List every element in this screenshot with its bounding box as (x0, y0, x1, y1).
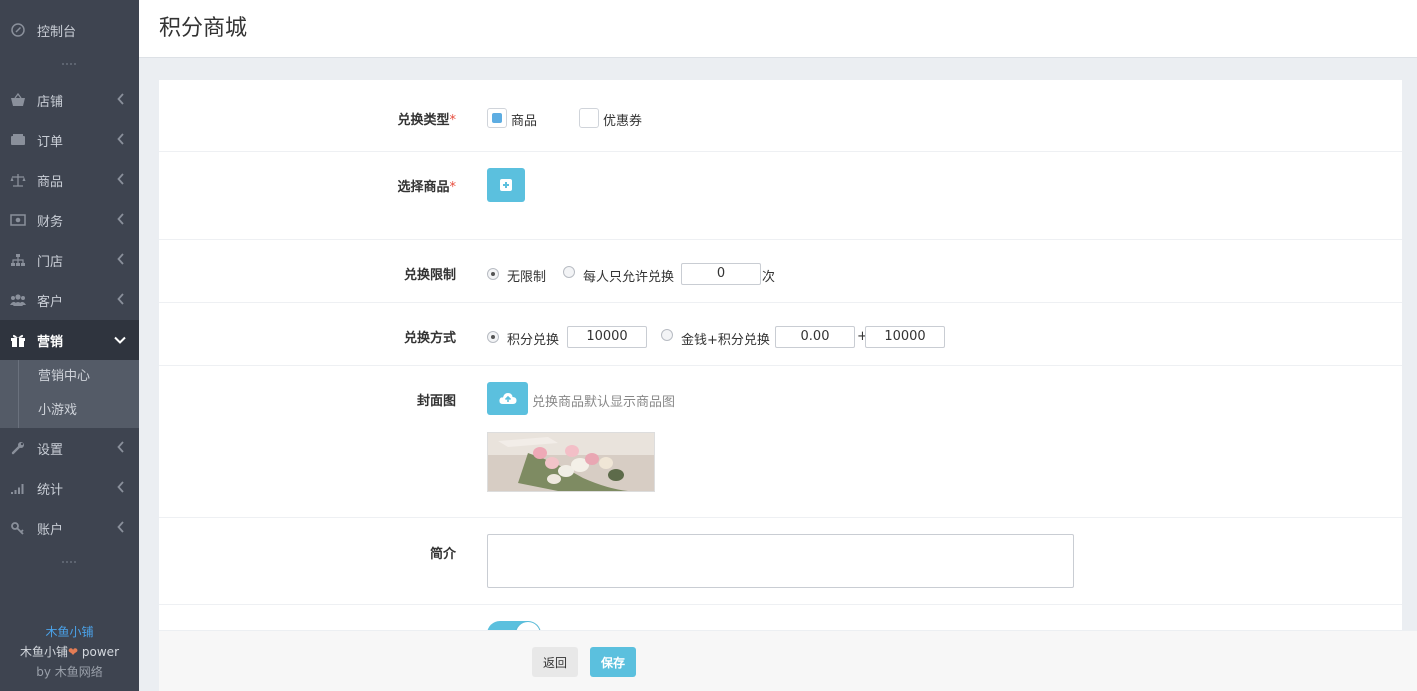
divider-dots (62, 63, 76, 67)
chevron-left-icon (117, 133, 124, 145)
sidebar-item-label: 订单 (37, 134, 64, 150)
chevron-left-icon (117, 213, 124, 225)
field-label: 封面图 (416, 394, 456, 409)
brand-by-name[interactable]: 木鱼网络 (55, 665, 103, 679)
sidebar-item-finance[interactable]: 财务 (0, 200, 139, 240)
brand-by: by 木鱼网络 (36, 665, 103, 679)
sidebar-item-label: 统计 (37, 482, 64, 498)
sidebar-item-statistics[interactable]: 统计 (0, 468, 139, 508)
sidebar-item-label: 商品 (37, 174, 64, 190)
form-card: 兑换类型* 商品 优惠券 选择商品* 兑换限制 无限制 每人只允许兑换 0 次 … (159, 80, 1402, 647)
wrench-icon (10, 440, 26, 456)
row-exchange-limit: 兑换限制 无限制 每人只允许兑换 0 次 (159, 240, 1402, 303)
chevron-left-icon (117, 481, 124, 493)
checkbox-coupon[interactable] (579, 108, 599, 128)
radio-unlimited-label: 无限制 (507, 270, 547, 285)
sidebar-item-orders[interactable]: 订单 (0, 120, 139, 160)
checkbox-goods-label: 商品 (511, 114, 538, 129)
radio-points-label: 积分兑换 (507, 333, 560, 348)
points-input[interactable]: 10000 (567, 326, 647, 348)
sidebar-item-label: 营销 (37, 334, 64, 350)
sidebar-item-dashboard[interactable]: 控制台 (0, 10, 139, 50)
page-header: 积分商城 (139, 0, 1417, 58)
sidebar-item-label: 账户 (37, 522, 64, 538)
users-icon (10, 292, 26, 308)
sidebar-item-shop[interactable]: 店铺 (0, 80, 139, 120)
sidebar-item-account[interactable]: 账户 (0, 508, 139, 548)
sidebar-item-label: 门店 (37, 254, 64, 270)
cloud-upload-icon (498, 393, 516, 404)
signal-icon (10, 480, 26, 496)
row-select-goods: 选择商品* (159, 152, 1402, 240)
money-points-input[interactable]: 10000 (865, 326, 945, 348)
sidebar-item-label: 设置 (37, 442, 64, 458)
save-button[interactable]: 保存 (590, 647, 636, 677)
field-label: 兑换限制 (403, 268, 456, 283)
row-cover-image: 封面图 兑换商品默认显示商品图 (159, 366, 1402, 518)
chevron-down-icon (114, 336, 126, 344)
sidebar-subitem-marketing-center[interactable]: 营销中心 (0, 360, 139, 394)
checkbox-coupon-label: 优惠券 (603, 114, 643, 129)
radio-unlimited[interactable] (487, 268, 499, 280)
money-input[interactable]: 0.00 (775, 326, 855, 348)
per-person-limit-input[interactable]: 0 (681, 263, 761, 285)
chevron-left-icon (117, 253, 124, 265)
sidebar-item-label: 店铺 (37, 94, 64, 110)
marketing-submenu: 营销中心 小游戏 (0, 360, 139, 428)
field-label: 兑换类型* (397, 113, 456, 128)
sidebar-item-label: 客户 (37, 294, 64, 310)
key-icon (10, 520, 26, 536)
brand-name[interactable]: 木鱼小铺 (0, 622, 139, 642)
plus-square-icon (500, 179, 512, 191)
chevron-left-icon (117, 293, 124, 305)
sidebar-item-label: 控制台 (37, 24, 77, 40)
sidebar-item-goods[interactable]: 商品 (0, 160, 139, 200)
scale-icon (10, 172, 26, 188)
radio-per-person[interactable] (563, 266, 575, 278)
intro-textarea[interactable] (487, 534, 1074, 588)
brand-footer: 木鱼小铺 木鱼小铺❤ power by 木鱼网络 (0, 622, 139, 682)
order-icon (10, 132, 26, 148)
sidebar-item-settings[interactable]: 设置 (0, 428, 139, 468)
row-intro: 简介 (159, 518, 1402, 605)
dashboard-icon (10, 22, 26, 38)
field-label: 选择商品* (397, 180, 456, 195)
chevron-left-icon (117, 521, 124, 533)
sitemap-icon (10, 252, 26, 268)
add-goods-button[interactable] (487, 168, 525, 202)
sidebar-item-marketing[interactable]: 营销 (0, 320, 139, 360)
radio-money-points[interactable] (661, 329, 673, 341)
radio-points[interactable] (487, 331, 499, 343)
brand-power: 木鱼小铺❤ power (20, 645, 119, 659)
radio-money-points-label: 金钱+积分兑换 (681, 333, 770, 348)
gift-icon (10, 332, 26, 348)
heart-icon: ❤ (68, 645, 79, 659)
chevron-left-icon (117, 441, 124, 453)
upload-cover-button[interactable] (487, 382, 528, 415)
field-label: 兑换方式 (403, 331, 456, 346)
sidebar: 控制台 店铺 订单 商品 财务 门店 客户 营销 营销中心 小游戏 设置 统计 … (0, 0, 139, 691)
limit-unit: 次 (762, 270, 776, 285)
money-icon (10, 212, 26, 228)
back-button[interactable]: 返回 (532, 647, 578, 677)
cover-image[interactable] (487, 432, 655, 492)
sidebar-item-label: 财务 (37, 214, 64, 230)
field-label: 简介 (429, 547, 456, 562)
form-footer: 返回 保存 (159, 630, 1417, 691)
radio-per-person-label: 每人只允许兑换 (583, 270, 675, 285)
checkbox-goods[interactable] (487, 108, 507, 128)
divider-dots (62, 561, 76, 565)
cover-hint: 兑换商品默认显示商品图 (532, 395, 676, 410)
sidebar-subitem-mini-games[interactable]: 小游戏 (0, 394, 139, 428)
page-title: 积分商城 (159, 16, 248, 41)
sidebar-item-customers[interactable]: 客户 (0, 280, 139, 320)
row-exchange-type: 兑换类型* 商品 优惠券 (159, 80, 1402, 152)
chevron-left-icon (117, 173, 124, 185)
row-exchange-method: 兑换方式 积分兑换 10000 金钱+积分兑换 0.00 + 10000 (159, 303, 1402, 366)
basket-icon (10, 92, 26, 108)
sidebar-item-stores[interactable]: 门店 (0, 240, 139, 280)
chevron-left-icon (117, 93, 124, 105)
